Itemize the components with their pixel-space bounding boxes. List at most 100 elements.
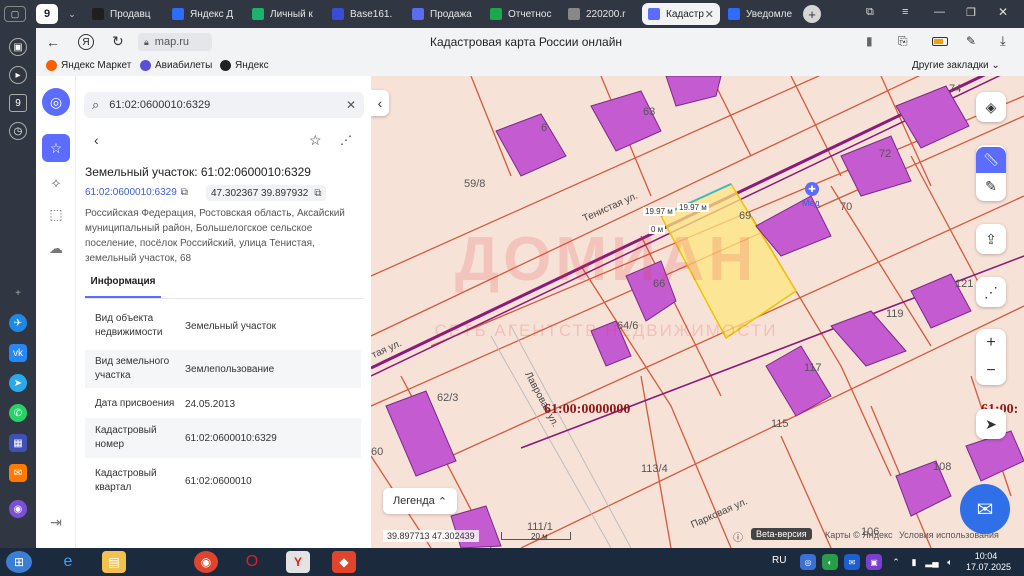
tray-icon[interactable]: ▣ (866, 554, 882, 570)
minimize-icon[interactable]: — (934, 6, 945, 18)
tab-1[interactable]: Яндекс Д (166, 3, 244, 25)
building (765, 345, 832, 417)
bookmark-market[interactable]: Яндекс Маркет (46, 60, 131, 71)
download-icon[interactable]: ⤓ (1000, 33, 1006, 49)
clock[interactable]: 10:04 17.07.2025 (966, 551, 1011, 573)
clear-search-icon[interactable]: ✕ (346, 98, 356, 112)
chrome-icon[interactable]: ◉ (194, 551, 218, 573)
extensions-icon[interactable]: ✎ (966, 34, 976, 48)
cad-number-link[interactable]: 61:02:0600010:6329 ⧉ (85, 187, 188, 198)
info-row-key: Дата присвоения (95, 398, 175, 409)
terms-link[interactable]: Условия использования (899, 530, 999, 540)
cloud-icon[interactable]: ☁ (42, 234, 70, 262)
legend-button[interactable]: Легенда ⌃ (383, 488, 457, 514)
bookmark-yandex[interactable]: Яндекс (220, 60, 269, 71)
yandex-browser-icon[interactable]: Y (286, 551, 310, 573)
share-icon[interactable]: ⎘ (898, 34, 908, 49)
add-icon[interactable]: + (9, 284, 27, 302)
share-node-icon[interactable]: ⋰ (340, 133, 352, 147)
info-icon[interactable]: ⓘ (733, 529, 743, 544)
collapse-panel-button[interactable]: ‹ (371, 90, 389, 116)
measure-label: 19.97 м (677, 203, 709, 212)
reload-icon[interactable]: ↻ (112, 33, 124, 50)
bookmark-manager-icon[interactable]: ⧉ (866, 6, 874, 19)
edit-icon[interactable]: ✎ (985, 173, 997, 199)
tab-6[interactable]: 220200.r (562, 3, 640, 25)
back-arrow-icon[interactable]: ← (46, 34, 60, 50)
language-indicator[interactable]: RU (772, 555, 786, 566)
tray-icon[interactable]: ◎ (800, 554, 816, 570)
bookmark-icon[interactable]: ▮ (866, 34, 873, 48)
copyright[interactable]: Карты © Яндекс (825, 530, 893, 540)
chevron-down-icon[interactable]: ⌄ (62, 6, 82, 22)
tab-5[interactable]: Отчетнос (484, 3, 562, 25)
tab-3[interactable]: Base161. (326, 3, 404, 25)
telegram-icon[interactable]: ➤ (9, 374, 27, 392)
copy-icon[interactable]: ⧉ (181, 187, 188, 198)
tab-2[interactable]: Личный к (246, 3, 324, 25)
cadastral-map[interactable]: ДОМИАН СЕТЬ АГЕНТСТВ НЕДВИЖИМОСТИ 59/8 6… (371, 76, 1024, 548)
tab-8[interactable]: Уведомле (722, 3, 800, 25)
maximize-icon[interactable]: ❐ (966, 6, 976, 19)
upload-button[interactable]: ⇪ (976, 224, 1006, 254)
tabs-count-icon[interactable]: 9 (9, 94, 27, 112)
start-button[interactable]: ⊞ (6, 551, 32, 573)
locate-button[interactable]: ➤ (976, 409, 1006, 439)
apps-icon[interactable]: ▦ (9, 434, 27, 452)
anydesk-icon[interactable]: ◆ (332, 551, 356, 573)
search-box[interactable]: ⌕ 61:02:0600010:6329 ✕ (84, 92, 364, 118)
tab-7[interactable]: Кадастр ✕ (642, 3, 720, 25)
medical-poi-icon[interactable]: ✚ (805, 182, 819, 196)
bookmark-avia[interactable]: Авиабилеты (140, 60, 212, 71)
select-area-icon[interactable]: ⬚ (42, 200, 70, 228)
coords-pill[interactable]: 47.302367 39.897932 ⧉ (206, 185, 327, 201)
tray-icon[interactable]: ◐ (822, 554, 838, 570)
tab-0[interactable]: Продавц (86, 3, 164, 25)
close-window-icon[interactable]: ✕ (998, 5, 1008, 19)
logo-icon[interactable]: ◎ (42, 88, 70, 116)
window-icon[interactable]: ▢ (4, 6, 26, 22)
alice-icon[interactable]: ◉ (9, 500, 27, 518)
collections-icon[interactable]: ▣ (9, 38, 27, 56)
zoom-in-button[interactable]: + (986, 329, 995, 357)
telegram-like-icon[interactable]: ✈ (9, 314, 27, 332)
layers-button[interactable]: ◈ (976, 92, 1006, 122)
mail-app-icon[interactable]: ✉ (9, 464, 27, 482)
clock-icon[interactable]: ◷ (9, 122, 27, 140)
tab-counter[interactable]: 9 (36, 4, 58, 24)
url-pill[interactable]: 🔒︎ map.ru (138, 33, 212, 51)
explorer-icon[interactable]: ▤ (102, 551, 126, 573)
logout-icon[interactable]: ⇥ (42, 508, 70, 536)
parcel-line (470, 76, 512, 177)
beta-badge[interactable]: Beta-версия (751, 528, 812, 540)
volume-icon[interactable]: 🔈︎ (942, 554, 958, 570)
tray-icon[interactable]: ✉ (844, 554, 860, 570)
ruler-icon[interactable]: 📏︎ (976, 147, 1006, 173)
cursor-coords: 39.897713 47.302439 (383, 530, 479, 542)
watermark: ДОМИАН (454, 225, 758, 294)
play-icon[interactable]: ▸ (9, 66, 27, 84)
tab-4[interactable]: Продажа (406, 3, 484, 25)
tab-info[interactable]: Информация (85, 276, 161, 298)
close-tab-icon[interactable]: ✕ (705, 8, 714, 21)
favorite-star-icon[interactable]: ☆ (309, 132, 322, 149)
opera-icon[interactable]: O (240, 551, 264, 573)
vk-icon[interactable]: vk (9, 344, 27, 362)
ie-icon[interactable]: e (56, 551, 80, 573)
menu-icon[interactable]: ≡ (902, 6, 908, 18)
share-map-button[interactable]: ⋰ (976, 277, 1006, 307)
yandex-icon[interactable]: Я (78, 34, 94, 50)
copy-icon[interactable]: ⧉ (314, 188, 321, 199)
other-bookmarks[interactable]: Другие закладки ⌄ (912, 60, 1000, 71)
star-icon[interactable]: ☆ (42, 134, 70, 162)
mail-fab-button[interactable]: ✉ (960, 484, 1010, 534)
route-icon[interactable]: ⟡ (42, 168, 70, 196)
signal-icon[interactable]: ▂▄ (924, 554, 940, 570)
zoom-out-button[interactable]: − (986, 357, 995, 385)
whatsapp-icon[interactable]: ✆ (9, 404, 27, 422)
new-tab-button[interactable]: + (803, 5, 821, 23)
tray-expand-icon[interactable]: ⌃ (888, 554, 904, 570)
search-input[interactable]: 61:02:0600010:6329 (109, 99, 210, 111)
network-icon[interactable]: ▮ (906, 554, 922, 570)
back-icon[interactable]: ‹ (94, 132, 99, 148)
